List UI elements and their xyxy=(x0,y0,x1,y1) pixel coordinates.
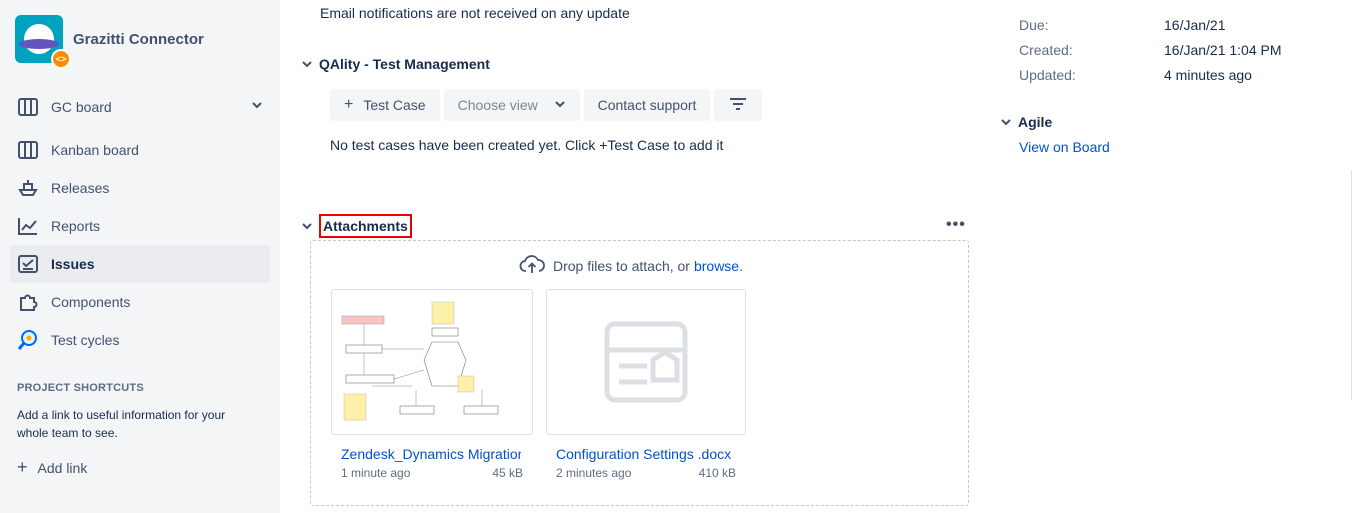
chevron-down-icon[interactable] xyxy=(300,219,314,233)
attachments-section-header[interactable]: Attachments xyxy=(300,214,412,238)
created-value: 16/Jan/21 1:04 PM xyxy=(1164,41,1282,58)
choose-view-select[interactable]: Choose view xyxy=(443,89,580,121)
issues-icon xyxy=(17,253,39,275)
browse-link[interactable]: browse. xyxy=(694,258,743,274)
contact-support-button[interactable]: Contact support xyxy=(583,89,711,121)
add-test-case-button[interactable]: + Test Case xyxy=(330,89,440,121)
attachment-size: 45 kB xyxy=(492,466,523,480)
choose-view-placeholder: Choose view xyxy=(457,97,538,113)
attachment-name[interactable]: Zendesk_Dynamics Migration xyxy=(331,446,521,462)
project-header[interactable]: <> Grazitti Connector xyxy=(15,15,204,69)
chevron-down-icon[interactable] xyxy=(300,57,314,71)
sidebar-item-label: Reports xyxy=(51,218,101,234)
view-on-board-link[interactable]: View on Board xyxy=(1019,139,1110,155)
attachment-time: 2 minutes ago xyxy=(556,466,632,480)
updated-value: 4 minutes ago xyxy=(1164,66,1252,83)
test-case-label: Test Case xyxy=(363,97,426,113)
code-badge-icon: <> xyxy=(51,49,71,69)
add-link-label: Add link xyxy=(37,459,88,476)
attachments-dropzone[interactable]: Drop files to attach, or browse. Zendesk… xyxy=(310,240,969,506)
puzzle-icon xyxy=(17,291,39,313)
drop-files-prompt: Drop files to attach, or browse. xyxy=(519,254,743,277)
add-link-button[interactable]: + Add link xyxy=(17,457,87,478)
board-icon xyxy=(17,96,39,118)
due-row: Due: 16/Jan/21 xyxy=(1019,12,1282,37)
email-notification-note: Email notifications are not received on … xyxy=(320,5,630,21)
test-cycle-icon xyxy=(17,329,39,351)
scrollbar[interactable] xyxy=(1351,170,1352,400)
created-label: Created: xyxy=(1019,41,1073,58)
board-switcher[interactable]: GC board xyxy=(17,96,267,118)
issue-dates: Due: 16/Jan/21 Created: 16/Jan/21 1:04 P… xyxy=(1019,12,1282,87)
attachments-title: Attachments xyxy=(319,214,412,238)
sidebar-item-label: Releases xyxy=(51,180,110,196)
filter-icon xyxy=(729,97,747,114)
sidebar-item-label: Kanban board xyxy=(51,142,139,158)
due-value: 16/Jan/21 xyxy=(1164,16,1226,33)
sidebar-item-components[interactable]: Components xyxy=(10,283,270,321)
shortcuts-description: Add a link to useful information for you… xyxy=(17,408,226,440)
attachment-time: 1 minute ago xyxy=(341,466,411,480)
sidebar-nav: Kanban board Releases Reports Issues Com… xyxy=(10,131,270,359)
sidebar-item-test-cycles[interactable]: Test cycles xyxy=(10,321,270,359)
attachment-size: 410 kB xyxy=(698,466,736,480)
sidebar-item-label: Components xyxy=(51,294,131,310)
project-avatar: <> xyxy=(15,15,71,69)
due-label: Due: xyxy=(1019,16,1049,33)
diagram-thumbnail xyxy=(331,289,533,435)
sidebar-item-kanban-board[interactable]: Kanban board xyxy=(10,131,270,169)
sidebar-item-label: Issues xyxy=(51,256,95,272)
ship-icon xyxy=(17,177,39,199)
sidebar-item-label: Test cycles xyxy=(51,332,120,348)
updated-label: Updated: xyxy=(1019,66,1076,83)
attachment-meta: 2 minutes ago 410 kB xyxy=(546,466,746,480)
drop-text: Drop files to attach, or xyxy=(553,257,690,274)
document-placeholder-icon xyxy=(546,289,746,435)
qality-section-header[interactable]: QAlity - Test Management xyxy=(300,56,490,72)
plus-icon: + xyxy=(344,96,354,113)
qality-toolbar: + Test Case Choose view Contact support xyxy=(330,89,766,121)
agile-title: Agile xyxy=(1018,114,1053,130)
sidebar: <> Grazitti Connector GC board Kanban bo… xyxy=(0,0,280,513)
sidebar-item-releases[interactable]: Releases xyxy=(10,169,270,207)
attachment-card[interactable]: Configuration Settings .docx 2 minutes a… xyxy=(546,289,746,480)
cloud-upload-icon xyxy=(519,254,545,277)
chart-icon xyxy=(17,215,39,237)
created-row: Created: 16/Jan/21 1:04 PM xyxy=(1019,37,1282,62)
plus-icon: + xyxy=(17,457,28,477)
attachment-name[interactable]: Configuration Settings .docx xyxy=(546,446,736,462)
contact-support-label: Contact support xyxy=(597,97,697,113)
attachment-card[interactable]: Zendesk_Dynamics Migration 1 minute ago … xyxy=(331,289,533,480)
updated-row: Updated: 4 minutes ago xyxy=(1019,62,1282,87)
project-name: Grazitti Connector xyxy=(73,30,204,48)
shortcuts-title: PROJECT SHORTCUTS xyxy=(17,382,144,394)
filter-button[interactable] xyxy=(714,89,763,121)
attachment-meta: 1 minute ago 45 kB xyxy=(331,466,533,480)
more-options-icon[interactable]: ••• xyxy=(946,216,966,234)
kanban-icon xyxy=(17,139,39,161)
qality-title: QAlity - Test Management xyxy=(319,56,490,72)
no-test-cases-message: No test cases have been created yet. Cli… xyxy=(330,137,724,153)
board-name: GC board xyxy=(51,99,112,115)
chevron-down-icon xyxy=(554,97,566,113)
chevron-down-icon[interactable] xyxy=(999,115,1013,129)
sidebar-item-reports[interactable]: Reports xyxy=(10,207,270,245)
agile-section-header[interactable]: Agile xyxy=(999,114,1052,130)
sidebar-item-issues[interactable]: Issues xyxy=(10,245,270,283)
chevron-down-icon[interactable] xyxy=(251,98,263,114)
